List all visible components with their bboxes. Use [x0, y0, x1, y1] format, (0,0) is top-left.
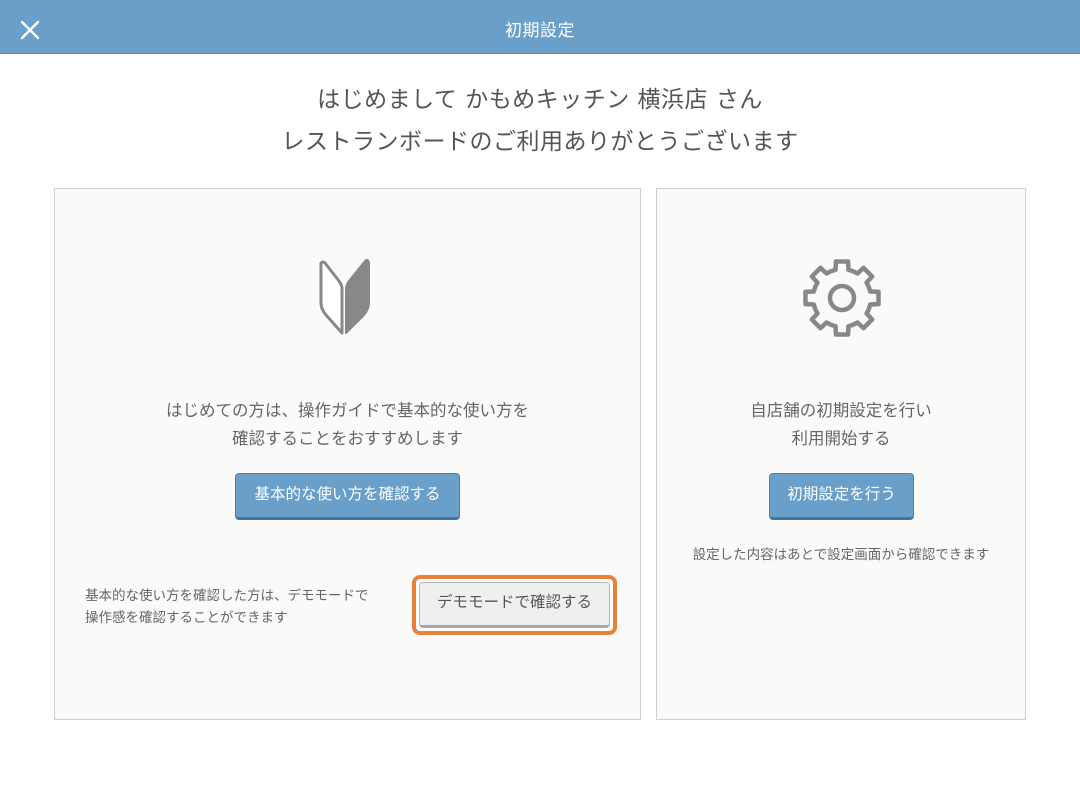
beginner-mark-icon	[319, 258, 370, 335]
demo-mode-button[interactable]: デモモードで確認する	[419, 582, 610, 628]
guide-button[interactable]: 基本的な使い方を確認する	[235, 473, 460, 520]
demo-note-line-2: 操作感を確認することができます	[85, 610, 288, 626]
setup-description-line-1: 自店舗の初期設定を行い	[750, 401, 932, 420]
header-bar: 初期設定	[0, 0, 1080, 54]
setup-description-line-2: 利用開始する	[791, 429, 891, 448]
guide-description-line-2: 確認することをおすすめします	[232, 429, 463, 448]
demo-button-highlight: デモモードで確認する	[412, 575, 617, 635]
setup-button[interactable]: 初期設定を行う	[769, 473, 914, 520]
greeting-line-1: はじめまして かもめキッチン 横浜店 さん	[317, 87, 763, 113]
gear-icon	[803, 259, 881, 337]
setup-card: 自店舗の初期設定を行い 利用開始する 初期設定を行う 設定した内容はあとで設定画…	[656, 188, 1026, 720]
setup-note: 設定した内容はあとで設定画面から確認できます	[692, 547, 990, 563]
greeting-line-2: レストランボードのご利用ありがとうございます	[281, 129, 799, 155]
guide-description-line-1: はじめての方は、操作ガイドで基本的な使い方を	[166, 401, 529, 420]
demo-note-line-1: 基本的な使い方を確認した方は、デモモードで	[85, 588, 369, 604]
page-title: 初期設定	[505, 21, 575, 41]
guide-card: はじめての方は、操作ガイドで基本的な使い方を 確認することをおすすめします 基本…	[54, 188, 641, 720]
